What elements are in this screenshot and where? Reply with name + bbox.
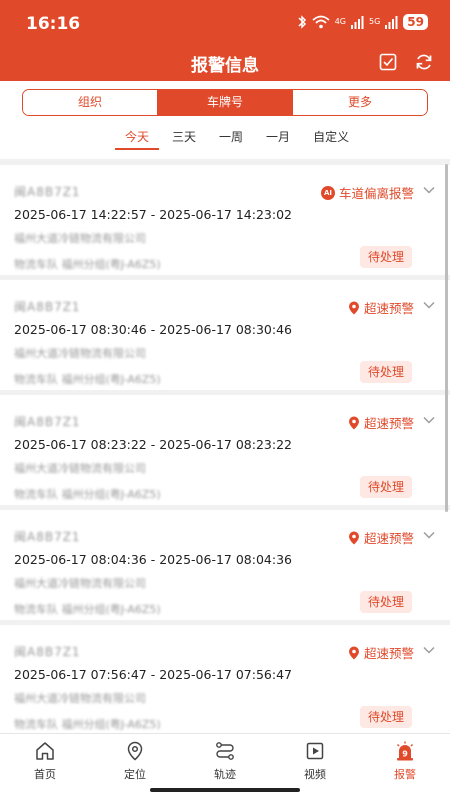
alarm-card[interactable]: 闽A8B7Z1 超速预警 2025-06-17 07:56:47 - 2025-… (0, 625, 450, 733)
plate-number: 闽A8B7Z1 (14, 645, 81, 659)
tab-video-label: 视频 (304, 768, 326, 781)
company-name: 福州大道冷链物流有限公司 (14, 232, 146, 245)
tab-alarm-label: 报警 (394, 768, 416, 781)
plate-number: 闽A8B7Z1 (14, 415, 81, 429)
chevron-down-icon[interactable] (422, 643, 436, 657)
company-name: 福州大道冷链物流有限公司 (14, 347, 146, 360)
time-range-tabs: 今天 三天 一周 一月 自定义 (115, 126, 362, 150)
alarm-type: 超速预警 (348, 413, 414, 432)
plate-number: 闽A8B7Z1 (14, 530, 81, 544)
status-icons: 4G 5G 59 (297, 14, 428, 30)
company-name: 福州大道冷链物流有限公司 (14, 692, 146, 705)
refresh-button[interactable] (414, 52, 434, 72)
chevron-down-icon[interactable] (422, 413, 436, 427)
alarm-card[interactable]: 闽A8B7Z1 超速预警 2025-06-17 08:23:22 - 2025-… (0, 395, 450, 505)
tab-home-label: 首页 (34, 768, 56, 781)
header: 16:16 4G 5G 59 报警信息 (0, 0, 450, 81)
alarm-type-label: 车道偏离报警 (338, 186, 414, 201)
segment-organization[interactable]: 组织 (23, 90, 157, 115)
network-4g-label: 4G (334, 17, 346, 26)
chevron-down-icon[interactable] (422, 183, 436, 197)
tab-one-week[interactable]: 一周 (209, 126, 253, 150)
alarm-type: 超速预警 (348, 298, 414, 317)
refresh-icon (416, 54, 432, 70)
alarm-type: AI 车道偏离报警 (320, 183, 414, 202)
chevron-down-icon[interactable] (422, 298, 436, 312)
plate-number: 闽A8B7Z1 (14, 300, 81, 314)
alarm-type: 超速预警 (348, 528, 414, 547)
track-icon (216, 742, 234, 760)
alarm-type-label: 超速预警 (363, 416, 414, 431)
company-name: 福州大道冷链物流有限公司 (14, 462, 146, 475)
alarm-time-range: 2025-06-17 08:30:46 - 2025-06-17 08:30:4… (14, 322, 292, 337)
vehicle-group: 物流车队 福州分组(粤J-A6Z5) (14, 718, 161, 731)
tab-video[interactable]: 视频 (270, 740, 360, 782)
vehicle-group: 物流车队 福州分组(粤J-A6Z5) (14, 258, 161, 271)
vehicle-group: 物流车队 福州分组(粤J-A6Z5) (14, 488, 161, 501)
segment-more[interactable]: 更多 (292, 90, 427, 115)
tab-location[interactable]: 定位 (90, 740, 180, 782)
home-icon (36, 742, 54, 760)
location-pin-icon (348, 416, 359, 429)
location-icon (127, 741, 143, 761)
ai-badge-icon: AI (320, 185, 335, 200)
tab-alarm[interactable]: 9 报警 (360, 740, 450, 782)
video-icon (306, 742, 324, 760)
tab-today[interactable]: 今天 (115, 126, 160, 150)
alarm-type: 超速预警 (348, 643, 414, 662)
tab-three-days[interactable]: 三天 (162, 126, 206, 150)
status-badge[interactable]: 待处理 (359, 706, 412, 728)
home-indicator (150, 788, 300, 792)
battery-indicator: 59 (403, 14, 428, 30)
status-badge[interactable]: 待处理 (359, 476, 412, 498)
status-time: 16:16 (26, 14, 81, 34)
location-pin-icon (348, 531, 359, 544)
status-badge[interactable]: 待处理 (359, 591, 412, 613)
alarm-icon: 9 (397, 741, 413, 761)
tab-location-label: 定位 (124, 768, 146, 781)
bluetooth-icon (298, 15, 306, 29)
alarm-card[interactable]: 闽A8B7Z1 超速预警 2025-06-17 08:30:46 - 2025-… (0, 280, 450, 390)
tab-track[interactable]: 轨迹 (180, 740, 270, 782)
filter-area: 组织 车牌号 更多 今天 三天 一周 一月 自定义 (0, 81, 450, 159)
status-badge[interactable]: 待处理 (359, 361, 412, 383)
location-pin-icon (348, 301, 359, 314)
alarm-count-badge: 9 (402, 750, 408, 759)
tab-home[interactable]: 首页 (0, 740, 90, 782)
signal-icon-2 (385, 15, 398, 29)
vehicle-group: 物流车队 福州分组(粤J-A6Z5) (14, 603, 161, 616)
signal-icon (351, 15, 364, 29)
alarm-type-label: 超速预警 (363, 301, 414, 316)
segment-plate-number[interactable]: 车牌号 (157, 90, 292, 115)
segmented-control: 组织 车牌号 更多 (22, 89, 428, 116)
network-5g-label: 5G (369, 17, 381, 26)
chevron-down-icon[interactable] (422, 528, 436, 542)
alarm-card[interactable]: 闽A8B7Z1 超速预警 2025-06-17 08:04:36 - 2025-… (0, 510, 450, 620)
alarm-time-range: 2025-06-17 07:56:47 - 2025-06-17 07:56:4… (14, 667, 292, 682)
tab-track-label: 轨迹 (214, 768, 236, 781)
scrollbar[interactable] (445, 164, 448, 512)
alarm-type-label: 超速预警 (363, 531, 414, 546)
alarm-card[interactable]: 闽A8B7Z1 AI 车道偏离报警 2025-06-17 14:22:57 - … (0, 165, 450, 275)
tab-one-month[interactable]: 一月 (256, 126, 300, 150)
location-pin-icon (348, 646, 359, 659)
alarm-type-label: 超速预警 (363, 646, 414, 661)
company-name: 福州大道冷链物流有限公司 (14, 577, 146, 590)
plate-number: 闽A8B7Z1 (14, 185, 81, 199)
select-button[interactable] (378, 52, 398, 72)
wifi-icon (312, 15, 330, 29)
vehicle-group: 物流车队 福州分组(粤J-A6Z5) (14, 373, 161, 386)
alarm-time-range: 2025-06-17 14:22:57 - 2025-06-17 14:23:0… (14, 207, 292, 222)
status-badge[interactable]: 待处理 (359, 246, 412, 268)
alarm-time-range: 2025-06-17 08:04:36 - 2025-06-17 08:04:3… (14, 552, 292, 567)
alarm-time-range: 2025-06-17 08:23:22 - 2025-06-17 08:23:2… (14, 437, 292, 452)
alarm-list[interactable]: 闽A8B7Z1 AI 车道偏离报警 2025-06-17 14:22:57 - … (0, 159, 450, 733)
tab-custom[interactable]: 自定义 (303, 126, 359, 150)
checkbox-icon (379, 53, 397, 71)
status-bar: 16:16 4G 5G 59 (0, 0, 450, 46)
